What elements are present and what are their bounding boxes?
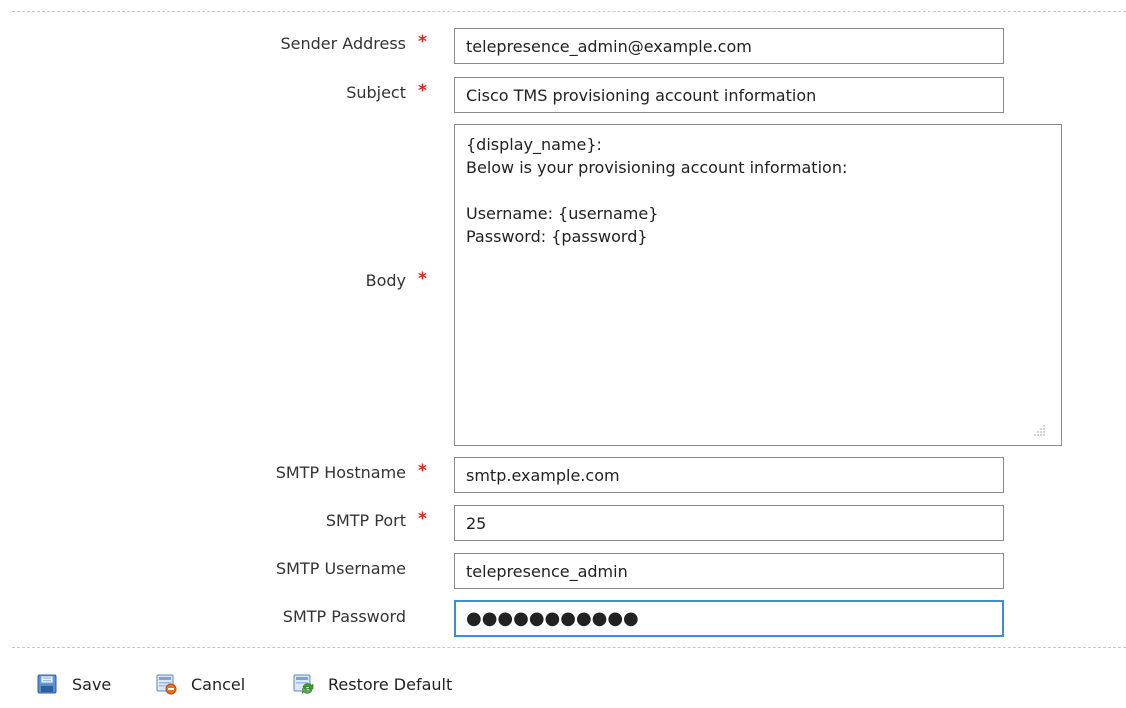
resize-grip-icon[interactable]: [1034, 424, 1046, 436]
restore-default-icon: [292, 673, 314, 695]
required-marker: *: [418, 461, 427, 481]
smtp-password-label: SMTP Password: [282, 607, 406, 626]
save-button[interactable]: Save: [36, 668, 111, 700]
subject-input[interactable]: [454, 77, 1004, 113]
required-marker: *: [418, 81, 427, 101]
save-label: Save: [72, 674, 112, 694]
required-marker: *: [418, 269, 427, 289]
smtp-hostname-label: SMTP Hostname: [275, 463, 406, 482]
smtp-password-input[interactable]: [454, 600, 1004, 637]
email-settings-form: Sender Address * Subject * Body * {displ…: [0, 0, 1126, 708]
smtp-port-label: SMTP Port: [325, 511, 406, 530]
restore-default-label: Restore Default: [328, 674, 453, 694]
smtp-username-label: SMTP Username: [275, 559, 406, 578]
subject-label: Subject: [346, 83, 406, 102]
smtp-hostname-input[interactable]: [454, 457, 1004, 493]
sender-address-input[interactable]: [454, 28, 1004, 64]
cancel-icon: [155, 673, 177, 695]
top-divider: [12, 11, 1126, 12]
cancel-button[interactable]: Cancel: [155, 668, 245, 700]
bottom-divider: [12, 647, 1126, 648]
sender-address-label: Sender Address: [280, 34, 406, 53]
smtp-username-input[interactable]: [454, 553, 1004, 589]
save-icon: [36, 673, 58, 695]
required-marker: *: [418, 32, 427, 52]
required-marker: *: [418, 509, 427, 529]
cancel-label: Cancel: [191, 674, 246, 694]
body-label: Body: [365, 271, 406, 290]
restore-default-button[interactable]: Restore Default: [292, 668, 452, 700]
smtp-port-input[interactable]: [454, 505, 1004, 541]
body-textarea[interactable]: {display_name}: Below is your provisioni…: [454, 124, 1062, 446]
